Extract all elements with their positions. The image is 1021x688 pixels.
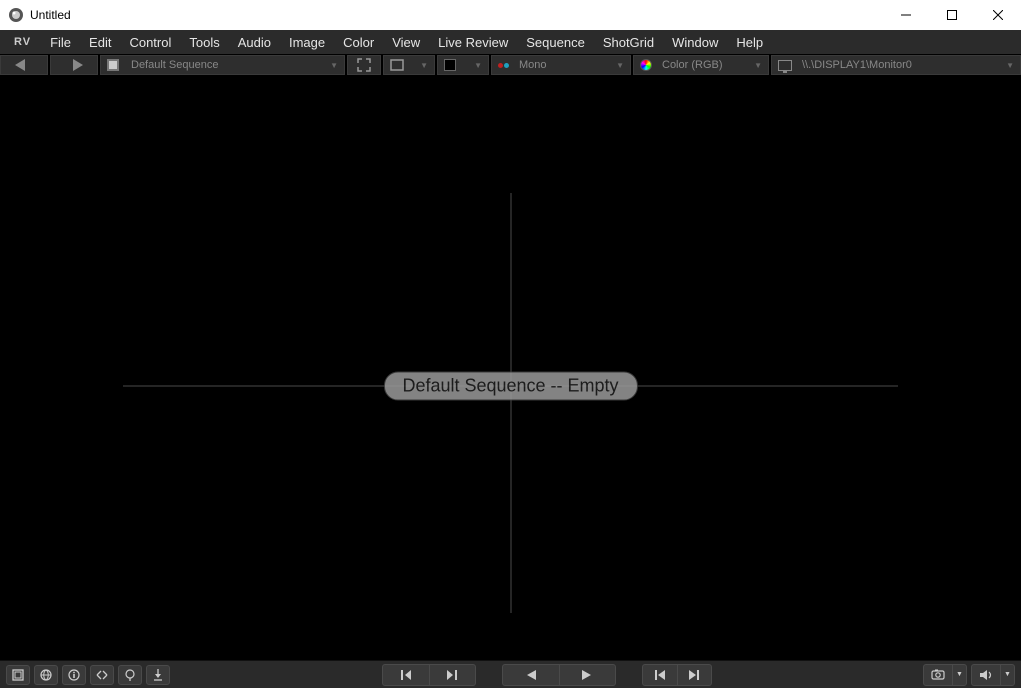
info-button[interactable] — [62, 665, 86, 685]
chevron-down-icon: ▼ — [420, 61, 428, 70]
window-minimize-button[interactable] — [883, 0, 929, 30]
sequence-selector[interactable]: Default Sequence ▼ — [100, 55, 345, 75]
stereo-mode-selector[interactable]: Mono ▼ — [491, 55, 631, 75]
color-mode-selector[interactable]: Color (RGB) ▼ — [633, 55, 769, 75]
frame-mode-selector[interactable]: ▼ — [383, 55, 435, 75]
volume-button[interactable] — [972, 665, 1000, 685]
window-title: Untitled — [30, 8, 71, 22]
sequence-label: Default Sequence — [131, 59, 218, 71]
frame-icon — [390, 59, 404, 71]
menu-tools[interactable]: Tools — [180, 32, 228, 53]
menubar: RV File Edit Control Tools Audio Image C… — [0, 30, 1021, 54]
viewport[interactable]: Default Sequence -- Empty — [0, 76, 1021, 660]
chevron-down-icon: ▼ — [330, 61, 338, 70]
menu-edit[interactable]: Edit — [80, 32, 120, 53]
menu-color[interactable]: Color — [334, 32, 383, 53]
stereo-label: Mono — [519, 59, 547, 71]
menu-file[interactable]: File — [41, 32, 80, 53]
volume-menu-button[interactable]: ▼ — [1000, 665, 1014, 685]
bottombar: ▼ ▼ — [0, 660, 1021, 688]
fit-tool-button[interactable] — [347, 55, 381, 75]
menu-sequence[interactable]: Sequence — [517, 32, 594, 53]
menu-control[interactable]: Control — [120, 32, 180, 53]
menu-image[interactable]: Image — [280, 32, 334, 53]
menu-window[interactable]: Window — [663, 32, 727, 53]
app-icon — [8, 7, 24, 23]
fullscreen-button[interactable] — [6, 665, 30, 685]
play-controls — [502, 664, 616, 686]
step-controls — [382, 664, 476, 686]
step-forward-button[interactable] — [429, 665, 475, 685]
monitor-icon — [778, 60, 792, 71]
loop-button[interactable] — [90, 665, 114, 685]
chevron-down-icon: ▼ — [474, 61, 482, 70]
display-output-selector[interactable]: \\.\DISPLAY1\Monitor0 ▼ — [771, 55, 1021, 75]
skip-end-button[interactable] — [677, 665, 711, 685]
play-reverse-button[interactable] — [503, 665, 559, 685]
menu-live-review[interactable]: Live Review — [429, 32, 517, 53]
sequence-icon — [107, 59, 119, 71]
color-label: Color (RGB) — [662, 59, 723, 71]
chevron-down-icon: ▼ — [956, 671, 963, 678]
viewport-overlay-label: Default Sequence -- Empty — [383, 371, 637, 400]
in-point-button[interactable] — [118, 665, 142, 685]
black-swatch-icon — [444, 59, 456, 71]
out-point-button[interactable] — [146, 665, 170, 685]
play-forward-button[interactable] — [559, 665, 615, 685]
nav-back-button[interactable] — [0, 55, 48, 75]
step-back-button[interactable] — [383, 665, 429, 685]
bg-color-selector[interactable]: ▼ — [437, 55, 489, 75]
snapshot-menu-button[interactable]: ▼ — [952, 665, 966, 685]
color-wheel-icon — [640, 59, 652, 71]
network-button[interactable] — [34, 665, 58, 685]
volume-group: ▼ — [971, 664, 1015, 686]
menu-shotgrid[interactable]: ShotGrid — [594, 32, 663, 53]
chevron-down-icon: ▼ — [616, 61, 624, 70]
chevron-down-icon: ▼ — [1006, 61, 1014, 70]
display-label: \\.\DISPLAY1\Monitor0 — [802, 59, 912, 71]
menu-view[interactable]: View — [383, 32, 429, 53]
chevron-down-icon: ▼ — [1004, 671, 1011, 678]
app-logo: RV — [4, 36, 41, 48]
stereo-icon — [498, 63, 509, 68]
window-maximize-button[interactable] — [929, 0, 975, 30]
snapshot-button[interactable] — [924, 665, 952, 685]
window-close-button[interactable] — [975, 0, 1021, 30]
skip-controls — [642, 664, 712, 686]
skip-start-button[interactable] — [643, 665, 677, 685]
nav-forward-button[interactable] — [50, 55, 98, 75]
crosshair-vertical — [510, 193, 511, 613]
toolbar: Default Sequence ▼ ▼ ▼ Mono ▼ Color (RGB… — [0, 54, 1021, 76]
menu-audio[interactable]: Audio — [229, 32, 280, 53]
menu-help[interactable]: Help — [727, 32, 772, 53]
right-tools: ▼ — [923, 664, 967, 686]
chevron-down-icon: ▼ — [754, 61, 762, 70]
titlebar: Untitled — [0, 0, 1021, 30]
